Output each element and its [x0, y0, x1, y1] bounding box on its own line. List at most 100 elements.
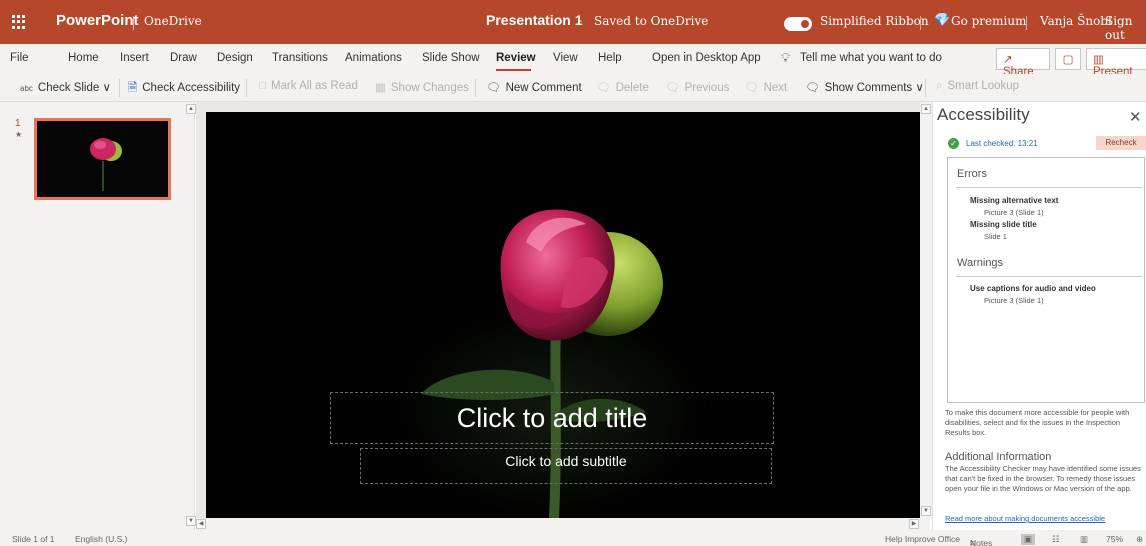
chevron-down-icon: ∨ — [102, 82, 111, 94]
scroll-up-arrow[interactable]: ▲ — [186, 104, 196, 114]
normal-view-icon[interactable]: ▣ — [1021, 534, 1036, 545]
accessibility-description: To make this document more accessible fo… — [945, 408, 1130, 437]
divider — [133, 16, 134, 30]
scroll-left-arrow[interactable]: ◀ — [196, 519, 206, 529]
accessibility-icon: 🗎︎ — [128, 82, 138, 94]
simplified-ribbon-label[interactable]: Simplified Ribbon — [820, 14, 929, 28]
tab-view[interactable]: View — [553, 52, 578, 64]
simplified-ribbon-toggle[interactable] — [784, 17, 812, 31]
slide-number: 1 — [15, 118, 21, 129]
read-more-link[interactable]: Read more about making documents accessi… — [945, 514, 1105, 523]
previous-comment-button[interactable]: 🗨︎ Previous — [665, 80, 729, 94]
share-button[interactable]: ↗ Share — [996, 48, 1050, 78]
thumbnails-scrollbar[interactable]: ▲ ▼ — [186, 102, 196, 530]
show-comments-label: Show Comments — [824, 82, 913, 94]
slide-vertical-scrollbar[interactable]: ▲ ▼ — [920, 102, 932, 518]
check-accessibility-button[interactable]: 🗎︎ Check Accessibility — [128, 80, 240, 99]
issue-location[interactable]: Picture 3 (Slide 1) — [984, 296, 1044, 305]
slide-thumbnails-pane: 1 ★ — [0, 102, 195, 530]
mark-read-icon: □ — [259, 80, 266, 92]
issue-missing-slide-title[interactable]: Missing slide title — [970, 220, 1037, 229]
divider — [475, 79, 476, 97]
save-status: Saved to OneDrive — [594, 14, 709, 28]
previous-label: Previous — [684, 82, 730, 94]
subtitle-placeholder[interactable]: Click to add subtitle — [360, 448, 772, 484]
mark-all-read-button[interactable]: □ Mark All as Read — [259, 80, 358, 92]
slide-sorter-icon[interactable]: ☷ — [1052, 534, 1060, 545]
new-comment-button[interactable]: 🗨︎ New Comment — [486, 80, 582, 94]
scroll-down-arrow[interactable]: ▼ — [921, 506, 931, 516]
sign-out-link[interactable]: Sign out — [1105, 14, 1146, 42]
slide-horizontal-scrollbar[interactable]: ◀ ▶ — [196, 518, 930, 530]
scroll-right-arrow[interactable]: ▶ — [909, 519, 919, 529]
app-launcher-icon[interactable] — [12, 15, 26, 29]
additional-info-heading: Additional Information — [945, 451, 1052, 463]
onedrive-link[interactable]: OneDrive — [144, 14, 202, 28]
last-checked-text: Last checked: 13:21 — [966, 139, 1038, 148]
close-icon[interactable]: ✕ — [1129, 108, 1142, 126]
share-icon: ↗ — [1003, 54, 1013, 66]
tab-file[interactable]: File — [10, 52, 29, 64]
user-name[interactable]: Vanja Šnobl — [1040, 14, 1112, 28]
zoom-fit-icon[interactable]: ⊕ — [1136, 534, 1143, 545]
spelling-icon: abc — [20, 84, 33, 93]
tab-design[interactable]: Design — [217, 52, 253, 64]
next-comment-icon: 🗨︎ — [744, 82, 759, 94]
next-comment-button[interactable]: 🗨︎ Next — [744, 80, 787, 94]
tab-help[interactable]: Help — [598, 52, 622, 64]
warnings-heading: Warnings — [957, 257, 1004, 269]
show-changes-button[interactable]: ▦ Show Changes — [375, 80, 469, 94]
tab-animations[interactable]: Animations — [345, 52, 402, 64]
slide-thumbnail[interactable] — [34, 118, 171, 200]
app-name[interactable]: PowerPoint — [56, 12, 139, 29]
review-ribbon: abc Check Slide ∨ 🗎︎ Check Accessibility □… — [0, 74, 1146, 102]
tab-review[interactable]: Review — [496, 52, 536, 64]
show-comments-button[interactable]: 🗨︎ Show Comments ∨ — [805, 80, 924, 94]
new-comment-icon: 🗨︎ — [486, 82, 501, 94]
slide-count: Slide 1 of 1 — [12, 534, 55, 544]
mark-all-read-label: Mark All as Read — [270, 80, 358, 92]
previous-comment-icon: 🗨︎ — [665, 82, 680, 94]
show-changes-label: Show Changes — [390, 82, 469, 94]
delete-label: Delete — [615, 82, 649, 94]
tab-home[interactable]: Home — [68, 52, 99, 64]
divider — [119, 79, 120, 97]
scroll-up-arrow[interactable]: ▲ — [921, 104, 931, 114]
tab-transitions[interactable]: Transitions — [272, 52, 328, 64]
reading-view-icon[interactable]: ▥ — [1080, 534, 1088, 545]
tell-me-search[interactable]: Tell me what you want to do — [800, 52, 942, 64]
tab-insert[interactable]: Insert — [120, 52, 149, 64]
issue-missing-alt-text[interactable]: Missing alternative text — [970, 196, 1058, 205]
show-comments-icon: 🗨︎ — [805, 82, 820, 94]
title-placeholder[interactable]: Click to add title — [330, 392, 774, 444]
comments-button[interactable]: ▢ — [1055, 48, 1081, 70]
language-indicator[interactable]: English (U.S.) — [75, 534, 127, 544]
scroll-down-arrow[interactable]: ▼ — [186, 516, 196, 526]
status-bar: Slide 1 of 1 English (U.S.) Help Improve… — [0, 530, 1146, 546]
slide[interactable]: Click to add title Click to add subtitle — [206, 112, 920, 518]
tab-draw[interactable]: Draw — [170, 52, 197, 64]
inspection-results-box: Errors Missing alternative text Picture … — [947, 157, 1145, 403]
flower-thumbnail-image — [37, 121, 168, 197]
document-title[interactable]: Presentation 1 — [486, 12, 582, 28]
delete-comment-button[interactable]: 🗨︎ Delete — [596, 80, 649, 94]
present-icon: ▥ — [1093, 54, 1104, 66]
smart-lookup-label: Smart Lookup — [947, 80, 1020, 92]
issue-location[interactable]: Slide 1 — [984, 232, 1007, 241]
issue-location[interactable]: Picture 3 (Slide 1) — [984, 208, 1044, 217]
issue-captions[interactable]: Use captions for audio and video — [970, 284, 1096, 293]
help-improve-link[interactable]: Help Improve Office — [885, 534, 960, 544]
go-premium-link[interactable]: Go premium — [951, 14, 1026, 28]
divider — [246, 79, 247, 97]
open-desktop-app-button[interactable]: Open in Desktop App — [652, 52, 761, 64]
tab-slide-show[interactable]: Slide Show — [422, 52, 480, 64]
active-tab-indicator — [496, 69, 531, 71]
checkmark-icon: ✓ — [948, 138, 959, 149]
smart-lookup-button[interactable]: ⌕ Smart Lookup — [936, 80, 1019, 93]
check-slide-button[interactable]: abc Check Slide ∨ — [20, 80, 111, 94]
check-slide-label: Check Slide — [37, 82, 100, 94]
zoom-level[interactable]: 75% — [1106, 534, 1123, 544]
divider — [920, 16, 921, 30]
present-button[interactable]: ▥ Present — [1086, 48, 1146, 78]
recheck-button[interactable]: Recheck — [1096, 136, 1146, 150]
